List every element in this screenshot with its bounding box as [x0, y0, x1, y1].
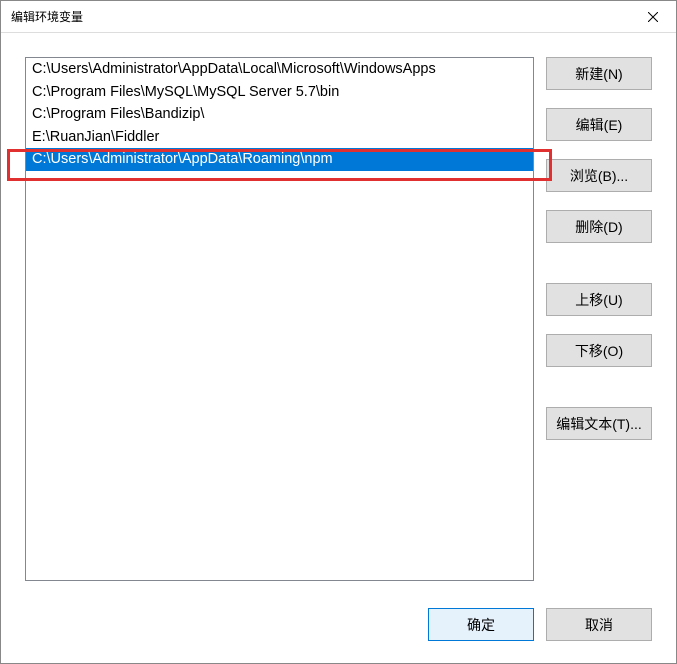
move-up-button[interactable]: 上移(U): [546, 283, 652, 316]
close-icon: [648, 12, 658, 22]
side-button-column: 新建(N) 编辑(E) 浏览(B)... 删除(D) 上移(U) 下移(O) 编…: [546, 57, 652, 592]
ok-button[interactable]: 确定: [428, 608, 534, 641]
edit-text-button[interactable]: 编辑文本(T)...: [546, 407, 652, 440]
titlebar: 编辑环境变量: [1, 1, 676, 33]
cancel-button[interactable]: 取消: [546, 608, 652, 641]
close-button[interactable]: [630, 1, 676, 32]
list-item[interactable]: C:\Program Files\Bandizip\: [26, 103, 533, 126]
dialog-title: 编辑环境变量: [11, 8, 83, 25]
path-list[interactable]: C:\Users\Administrator\AppData\Local\Mic…: [25, 57, 534, 581]
list-item[interactable]: C:\Users\Administrator\AppData\Local\Mic…: [26, 58, 533, 81]
env-var-editor-dialog: 编辑环境变量 C:\Users\Administrator\AppData\Lo…: [0, 0, 677, 664]
new-button[interactable]: 新建(N): [546, 57, 652, 90]
move-down-button[interactable]: 下移(O): [546, 334, 652, 367]
list-item-selected[interactable]: C:\Users\Administrator\AppData\Roaming\n…: [26, 148, 533, 171]
list-item[interactable]: C:\Program Files\MySQL\MySQL Server 5.7\…: [26, 81, 533, 104]
edit-button[interactable]: 编辑(E): [546, 108, 652, 141]
list-item[interactable]: E:\RuanJian\Fiddler: [26, 126, 533, 149]
dialog-footer: 确定 取消: [1, 592, 676, 663]
browse-button[interactable]: 浏览(B)...: [546, 159, 652, 192]
delete-button[interactable]: 删除(D): [546, 210, 652, 243]
